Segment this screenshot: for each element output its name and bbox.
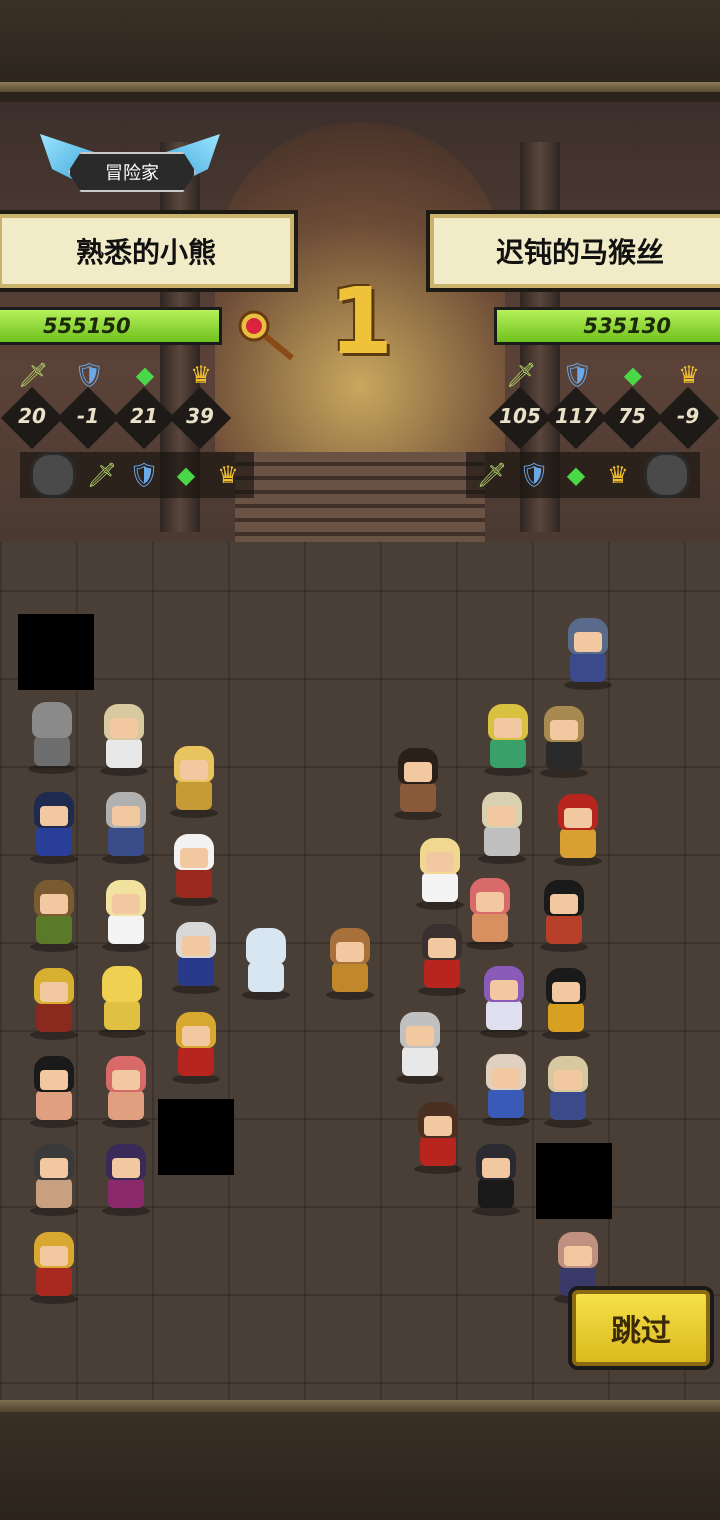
- hero-unit[interactable]: [96, 1056, 156, 1128]
- hero-unit[interactable]: [236, 928, 296, 1000]
- hero-unit[interactable]: [164, 834, 224, 906]
- hero-unit[interactable]: [94, 704, 154, 776]
- hero-unit[interactable]: [164, 746, 224, 818]
- hero-unit[interactable]: [390, 1012, 450, 1084]
- empty-slot: [18, 614, 94, 690]
- battlefield: [0, 102, 720, 1400]
- hero-unit[interactable]: [96, 1144, 156, 1216]
- empty-slot: [158, 1099, 234, 1175]
- hero-unit[interactable]: [320, 928, 380, 1000]
- top-frame: [0, 0, 720, 92]
- hero-unit[interactable]: [534, 706, 594, 778]
- hero-unit[interactable]: [534, 880, 594, 952]
- hero-unit[interactable]: [22, 702, 82, 774]
- hero-unit[interactable]: [478, 704, 538, 776]
- hero-unit[interactable]: [558, 618, 618, 690]
- hero-unit[interactable]: [24, 1056, 84, 1128]
- hero-unit[interactable]: [166, 922, 226, 994]
- hero-unit[interactable]: [412, 924, 472, 996]
- hero-unit[interactable]: [476, 1054, 536, 1126]
- hero-unit[interactable]: [474, 966, 534, 1038]
- hero-unit[interactable]: [472, 792, 532, 864]
- bottom-frame: [0, 1400, 720, 1520]
- skip-button[interactable]: 跳过: [568, 1286, 714, 1370]
- hero-unit[interactable]: [24, 1144, 84, 1216]
- hero-unit[interactable]: [548, 794, 608, 866]
- hero-unit[interactable]: [24, 880, 84, 952]
- hero-unit[interactable]: [466, 1144, 526, 1216]
- hero-unit[interactable]: [388, 748, 448, 820]
- hero-unit[interactable]: [92, 966, 152, 1038]
- hero-unit[interactable]: [96, 880, 156, 952]
- empty-slot: [536, 1143, 612, 1219]
- hero-unit[interactable]: [408, 1102, 468, 1174]
- hero-unit[interactable]: [538, 1056, 598, 1128]
- battle-scene: 冒险家 熟悉的小熊 迟钝的马猴丝 555150 535130 1 🗡 20 🛡 -1…: [0, 102, 720, 1400]
- hero-unit[interactable]: [24, 792, 84, 864]
- hero-unit[interactable]: [96, 792, 156, 864]
- hero-unit[interactable]: [24, 1232, 84, 1304]
- hero-unit[interactable]: [24, 968, 84, 1040]
- hero-unit[interactable]: [166, 1012, 226, 1084]
- hero-unit[interactable]: [536, 968, 596, 1040]
